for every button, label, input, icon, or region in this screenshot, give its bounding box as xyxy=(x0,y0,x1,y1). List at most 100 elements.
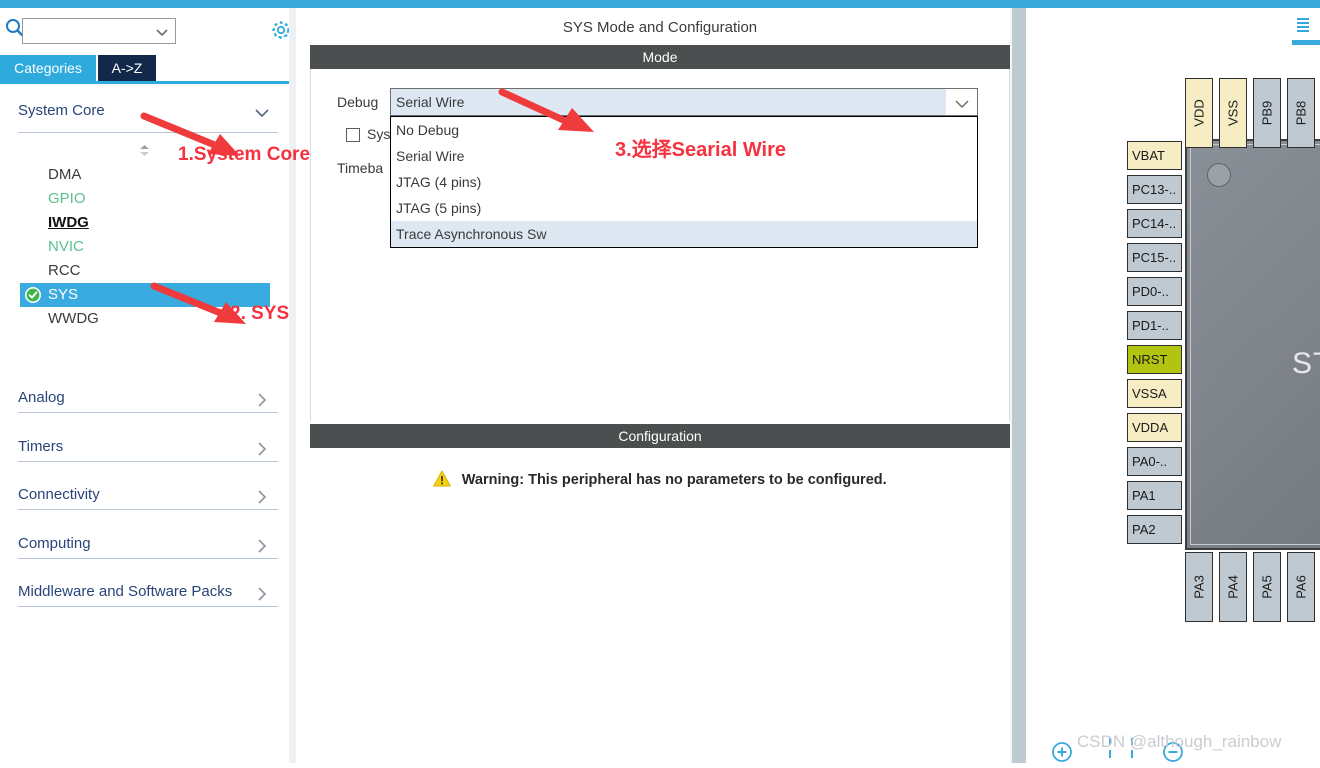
sidebar-item-label: IWDG xyxy=(48,214,89,231)
debug-combobox[interactable]: Serial Wire xyxy=(390,88,978,116)
sidebar-search-row xyxy=(0,8,296,48)
sidebar-tabs: Categories A->Z xyxy=(0,55,296,81)
category-label: Connectivity xyxy=(18,486,100,503)
sidebar-item-label: GPIO xyxy=(48,190,86,207)
category-label: Middleware and Software Packs xyxy=(18,583,233,600)
pin-label: PD0-.. xyxy=(1132,284,1169,299)
pin-label: PC14-.. xyxy=(1132,216,1177,231)
chevron-right-icon[interactable] xyxy=(254,441,270,457)
pin-pa1[interactable]: PA1 xyxy=(1127,481,1182,510)
pin-pc14[interactable]: PC14-.. xyxy=(1127,209,1182,238)
pin-label: PA1 xyxy=(1132,488,1156,503)
divider xyxy=(18,461,278,462)
sidebar-item-rcc[interactable]: RCC xyxy=(20,259,270,283)
sidebar-item-dma[interactable]: DMA xyxy=(20,163,270,187)
tab-categories[interactable]: Categories xyxy=(0,55,96,81)
warning-triangle-icon xyxy=(433,469,452,487)
pin-pa4[interactable]: PA4 xyxy=(1219,552,1247,622)
sidebar-item-gpio[interactable]: GPIO xyxy=(20,187,270,211)
sidebar-scrollbar-track[interactable] xyxy=(289,8,585,763)
pin-label: VDDA xyxy=(1132,420,1169,435)
configuration-warning-text: Warning: This peripheral has no paramete… xyxy=(461,472,887,488)
watermark: CSDN @although_rainbow xyxy=(1077,732,1282,751)
dropdown-option-jtag-4-pins[interactable]: JTAG (4 pins) xyxy=(391,169,977,195)
pin-label: VSS xyxy=(1225,99,1241,127)
chevron-right-icon[interactable] xyxy=(254,586,270,602)
debug-combobox-value: Serial Wire xyxy=(396,94,465,110)
pin-vssa[interactable]: VSSA xyxy=(1127,379,1182,408)
pin-label: NRST xyxy=(1132,352,1168,367)
pin-label: PA2 xyxy=(1132,522,1156,537)
pin-pc15[interactable]: PC15-.. xyxy=(1127,243,1182,272)
pin-pa3[interactable]: PA3 xyxy=(1185,552,1213,622)
app-window: Categories A->Z System Core DMA GPIO IWD… xyxy=(0,0,1320,763)
configuration-warning: Warning: This peripheral has no paramete… xyxy=(310,469,1010,489)
pin-label: PD1-.. xyxy=(1132,318,1169,333)
pin-pa0[interactable]: PA0-.. xyxy=(1127,447,1182,476)
pin-label: PA0-.. xyxy=(1132,454,1168,469)
pin-label: VBAT xyxy=(1132,148,1165,163)
annotation-arrow-3 xyxy=(498,88,594,132)
divider xyxy=(18,509,278,510)
active-tab-indicator xyxy=(1292,40,1320,45)
sidebar-item-label: SYS xyxy=(48,286,79,303)
debug-label: Debug xyxy=(337,94,379,110)
view-menu-icon[interactable] xyxy=(1297,18,1309,36)
pin-nrst[interactable]: NRST xyxy=(1127,345,1182,374)
annotation-label-3: 3.选择Searial Wire xyxy=(615,139,787,161)
category-label: System Core xyxy=(18,102,105,119)
search-combobox[interactable] xyxy=(22,18,176,44)
chevron-right-icon[interactable] xyxy=(254,392,270,408)
pin-label: VSSA xyxy=(1132,386,1167,401)
pin-pa2[interactable]: PA2 xyxy=(1127,515,1182,544)
sidebar-item-iwdg[interactable]: IWDG xyxy=(20,211,270,235)
system-wake-up-checkbox[interactable] xyxy=(346,128,360,142)
divider xyxy=(18,412,278,413)
chevron-down-icon[interactable] xyxy=(155,25,169,39)
annotation-label-2: 2. SYS xyxy=(230,303,290,324)
pin-label: PA5 xyxy=(1259,575,1275,599)
check-circle-icon xyxy=(24,286,42,304)
dropdown-option-jtag-5-pins[interactable]: JTAG (5 pins) xyxy=(391,195,977,221)
chevron-down-icon[interactable] xyxy=(254,105,270,121)
pin-pd0[interactable]: PD0-.. xyxy=(1127,277,1182,306)
search-input[interactable] xyxy=(26,21,158,43)
sidebar-item-label: WWDG xyxy=(48,310,99,327)
tab-a-to-z[interactable]: A->Z xyxy=(98,55,156,81)
timebase-source-label: Timeba xyxy=(337,160,384,176)
pin-label: PC15-.. xyxy=(1132,250,1177,265)
chip-package-body: ST xyxy=(1185,139,1320,550)
system-wake-up-label: Sys xyxy=(367,126,391,142)
pin-label: PA4 xyxy=(1225,575,1241,599)
tabs-underline xyxy=(0,81,289,84)
pin-vss[interactable]: VSS xyxy=(1219,78,1247,148)
pin-label: PA6 xyxy=(1293,575,1309,599)
pin-pb8[interactable]: PB8 xyxy=(1287,78,1315,148)
chevron-down-icon[interactable] xyxy=(955,97,969,109)
pin-pa6[interactable]: PA6 xyxy=(1287,552,1315,622)
pin-pb9[interactable]: PB9 xyxy=(1253,78,1281,148)
sidebar-item-label: RCC xyxy=(48,262,81,279)
pin-label: PC13-.. xyxy=(1132,182,1177,197)
top-accent-bar xyxy=(0,0,1320,8)
pin-label: PA3 xyxy=(1191,575,1207,599)
pin-vbat[interactable]: VBAT xyxy=(1127,141,1182,170)
chevron-right-icon[interactable] xyxy=(254,538,270,554)
chip-pin1-marker xyxy=(1207,163,1231,187)
chevron-right-icon[interactable] xyxy=(254,489,270,505)
pin-label: VDD xyxy=(1191,99,1207,127)
dropdown-option-trace-asynchronous-sw[interactable]: Trace Asynchronous Sw xyxy=(391,221,977,247)
pin-label: PB8 xyxy=(1293,100,1309,126)
pin-pc13[interactable]: PC13-.. xyxy=(1127,175,1182,204)
sidebar-item-nvic[interactable]: NVIC xyxy=(20,235,270,259)
debug-combobox-arrow-box[interactable] xyxy=(946,89,977,115)
pin-pd1[interactable]: PD1-.. xyxy=(1127,311,1182,340)
pin-pa5[interactable]: PA5 xyxy=(1253,552,1281,622)
pin-vdd[interactable]: VDD xyxy=(1185,78,1213,148)
zoom-in-button[interactable] xyxy=(1051,741,1073,763)
panel-splitter[interactable] xyxy=(1012,8,1026,763)
chip-inner-border xyxy=(1190,144,1320,545)
category-label: Analog xyxy=(18,389,65,406)
pin-vdda[interactable]: VDDA xyxy=(1127,413,1182,442)
pinout-view[interactable]: ST VDD VSS PB9 PB8 VBAT PC13-.. PC14-.. … xyxy=(1026,8,1320,763)
